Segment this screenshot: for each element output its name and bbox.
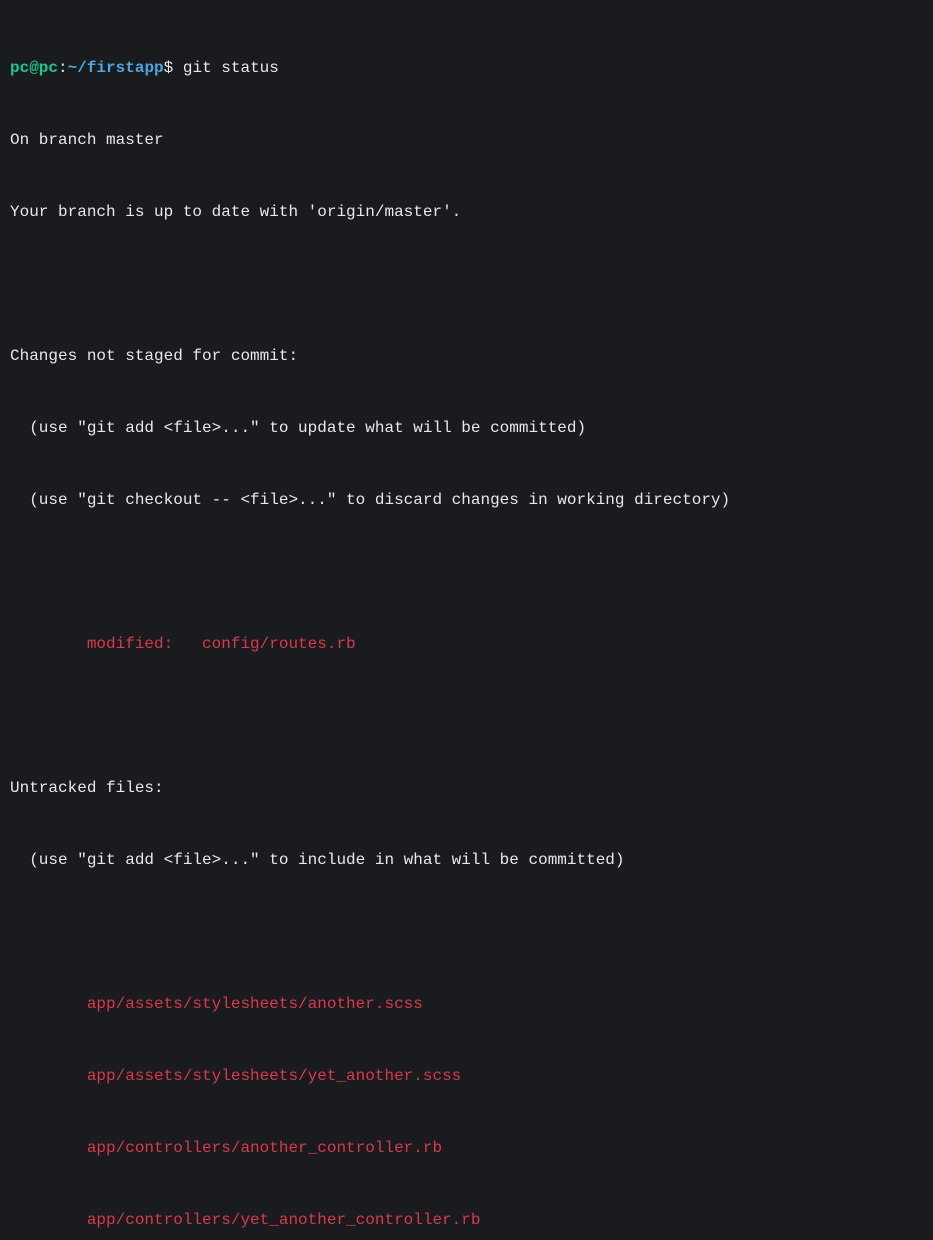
- output-not-staged-header: Changes not staged for commit:: [10, 344, 923, 368]
- output-untracked-file: app/controllers/yet_another_controller.r…: [10, 1208, 923, 1232]
- output-blank: [10, 920, 923, 944]
- output-modified-file: modified: config/routes.rb: [10, 632, 923, 656]
- output-hint-add: (use "git add <file>..." to update what …: [10, 416, 923, 440]
- output-hint-untracked: (use "git add <file>..." to include in w…: [10, 848, 923, 872]
- output-uptodate: Your branch is up to date with 'origin/m…: [10, 200, 923, 224]
- output-branch: On branch master: [10, 128, 923, 152]
- output-untracked-file: app/assets/stylesheets/another.scss: [10, 992, 923, 1016]
- prompt-colon: :: [58, 59, 68, 77]
- output-blank: [10, 704, 923, 728]
- prompt-symbol: $: [164, 59, 174, 77]
- output-untracked-header: Untracked files:: [10, 776, 923, 800]
- output-blank: [10, 272, 923, 296]
- output-untracked-file: app/assets/stylesheets/yet_another.scss: [10, 1064, 923, 1088]
- command-line: pc@pc:~/firstapp$ git status: [10, 56, 923, 80]
- prompt-path: ~/firstapp: [68, 59, 164, 77]
- output-blank: [10, 560, 923, 584]
- output-hint-checkout: (use "git checkout -- <file>..." to disc…: [10, 488, 923, 512]
- terminal-window[interactable]: pc@pc:~/firstapp$ git status On branch m…: [10, 8, 923, 1240]
- command-text: [173, 59, 183, 77]
- prompt-user-host: pc@pc: [10, 59, 58, 77]
- command-text: git status: [183, 59, 279, 77]
- output-untracked-file: app/controllers/another_controller.rb: [10, 1136, 923, 1160]
